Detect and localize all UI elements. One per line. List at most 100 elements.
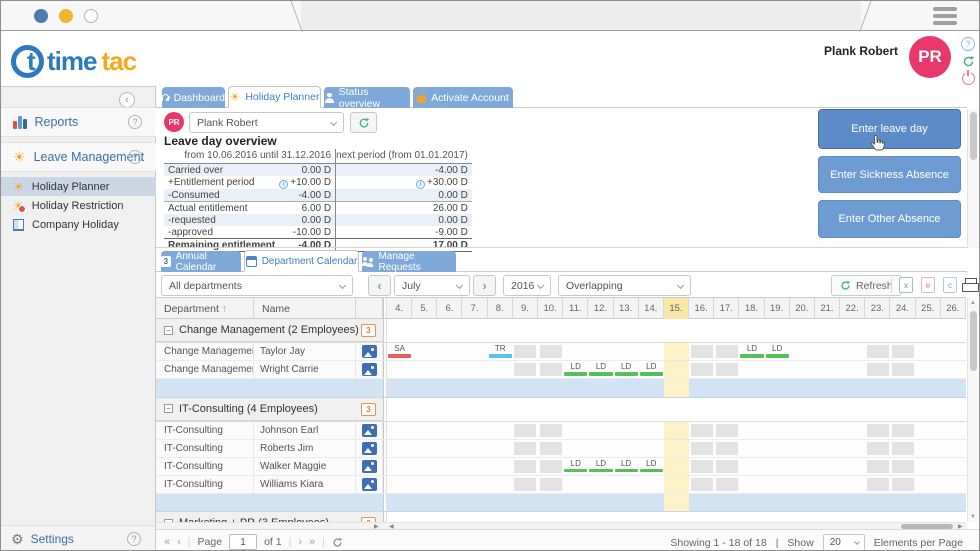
window-button-blue[interactable]: [34, 9, 48, 23]
grid-scrollbar[interactable]: ▲ ▼: [967, 298, 978, 522]
avatar[interactable]: PR: [909, 36, 951, 78]
help-icon[interactable]: ?: [128, 150, 142, 164]
day-header-cell[interactable]: 25.: [916, 298, 941, 319]
help-icon[interactable]: ?: [128, 115, 142, 129]
sidebar-item-company-holiday[interactable]: Company Holiday: [1, 215, 156, 234]
day-header-cell[interactable]: 18.: [739, 298, 765, 319]
pdf-export-icon[interactable]: e: [921, 277, 935, 293]
day-header-cell[interactable]: 26.: [941, 298, 966, 319]
user-calendar-icon[interactable]: [361, 441, 377, 455]
day-header-cell[interactable]: 22.: [840, 298, 866, 319]
window-button-white[interactable]: [84, 9, 98, 23]
day-header-cell[interactable]: 20.: [790, 298, 815, 319]
info-icon[interactable]: i: [279, 179, 289, 189]
month-select[interactable]: July: [394, 275, 470, 296]
group-row[interactable]: − IT-Consulting (4 Employees) 3: [156, 397, 966, 422]
collapse-group-icon[interactable]: −: [164, 325, 173, 335]
refresh-icon[interactable]: [961, 54, 975, 68]
user-calendar-icon[interactable]: [361, 423, 377, 437]
absence-event[interactable]: LD: [639, 459, 663, 474]
sidebar-item-holiday-restriction[interactable]: ☀ Holiday Restriction: [1, 196, 156, 215]
prev-month-button[interactable]: ‹: [368, 275, 391, 296]
absence-event[interactable]: LD: [639, 362, 663, 377]
logout-icon[interactable]: [961, 69, 975, 85]
day-header-cell[interactable]: 15.: [663, 298, 690, 319]
day-header-cell[interactable]: 17.: [714, 298, 740, 319]
absence-event[interactable]: LD: [589, 459, 613, 474]
employee-row[interactable]: Change Management Taylor Jay SA TR LD LD: [156, 343, 966, 361]
group-row[interactable]: − Change Management (2 Employees) 3: [156, 319, 966, 343]
employee-row[interactable]: IT-Consulting Roberts Jim: [156, 439, 966, 458]
panel-scrollbar[interactable]: [967, 109, 978, 248]
absence-event[interactable]: TR: [488, 344, 512, 359]
absence-event[interactable]: LD: [740, 344, 764, 359]
enter-other-absence-button[interactable]: Enter Other Absence: [818, 200, 961, 238]
day-header-cell[interactable]: 24.: [890, 298, 916, 319]
prev-page-button[interactable]: ‹: [177, 536, 181, 548]
absence-event[interactable]: LD: [614, 362, 638, 377]
day-header-cell[interactable]: 21.: [815, 298, 841, 319]
scrollbar-thumb[interactable]: [969, 112, 977, 160]
absence-event[interactable]: LD: [564, 362, 588, 377]
window-button-yellow[interactable]: [59, 9, 73, 23]
info-icon[interactable]: i: [416, 179, 425, 189]
absence-event[interactable]: LD: [614, 459, 638, 474]
absence-event[interactable]: LD: [589, 362, 613, 377]
enter-sickness-absence-button[interactable]: Enter Sickness Absence: [818, 156, 961, 193]
employee-row[interactable]: Change Management Wright Carrie LD LD LD LD: [156, 361, 966, 379]
department-filter-select[interactable]: All departments: [161, 275, 353, 296]
day-header-cell[interactable]: 12.: [588, 298, 614, 319]
user-calendar-icon[interactable]: [361, 345, 377, 358]
help-icon[interactable]: ?: [961, 37, 975, 51]
last-page-button[interactable]: »: [309, 536, 315, 548]
department-column-header[interactable]: Department ↑: [156, 298, 254, 319]
day-header-cell[interactable]: 23.: [865, 298, 891, 319]
collapse-group-icon[interactable]: −: [164, 404, 173, 413]
next-page-button[interactable]: ›: [298, 536, 302, 548]
day-header-cell[interactable]: 16.: [689, 298, 715, 319]
menu-icon[interactable]: [933, 7, 957, 28]
day-header-cell[interactable]: 8.: [488, 298, 513, 319]
tab-manage-requests[interactable]: Manage Requests: [362, 251, 456, 273]
tab-activate-account[interactable]: Activate Account: [413, 87, 513, 108]
day-header-cell[interactable]: 9.: [513, 298, 538, 319]
user-calendar-icon[interactable]: [361, 459, 377, 473]
employee-row[interactable]: IT-Consulting Walker Maggie LD LD LD LD: [156, 457, 966, 476]
day-header-cell[interactable]: 6.: [437, 298, 463, 319]
absence-event[interactable]: LD: [765, 344, 789, 359]
sidebar-item-reports[interactable]: Reports ?: [1, 107, 156, 137]
day-header-cell[interactable]: 7.: [463, 298, 488, 319]
day-header-cell[interactable]: 19.: [765, 298, 790, 319]
tab-holiday-planner[interactable]: ☀ Holiday Planner: [228, 86, 321, 108]
help-icon[interactable]: ?: [127, 532, 141, 546]
day-header-cell[interactable]: 13.: [614, 298, 639, 319]
year-select[interactable]: 2016: [503, 275, 551, 296]
scroll-down-icon[interactable]: ▼: [970, 514, 976, 520]
view-mode-select[interactable]: Overlapping: [558, 275, 691, 296]
day-header-cell[interactable]: 14.: [639, 298, 664, 319]
user-calendar-icon[interactable]: [361, 363, 377, 376]
print-icon[interactable]: [962, 277, 979, 293]
user-refresh-button[interactable]: [350, 112, 377, 133]
group-annual-calendar-icon[interactable]: 3: [361, 324, 376, 337]
absence-event[interactable]: LD: [564, 459, 588, 474]
sidebar-item-leave-management[interactable]: ☀ Leave Management ?: [1, 142, 156, 172]
tab-department-calendar[interactable]: Department Calendar: [244, 250, 359, 272]
day-header-cell[interactable]: 11.: [563, 298, 589, 319]
group-row[interactable]: −Marketing + PR (3 Employees)3: [156, 512, 966, 522]
grid-horizontal-scrollbar[interactable]: ▶ ◀ ▶: [156, 522, 966, 530]
user-select[interactable]: Plank Robert: [189, 112, 344, 133]
sidebar-item-settings[interactable]: ⚙ Settings ?: [1, 525, 155, 550]
sidebar-item-holiday-planner[interactable]: ☀ Holiday Planner: [1, 177, 156, 196]
csv-export-icon[interactable]: c: [943, 277, 957, 293]
absence-event[interactable]: SA: [388, 344, 412, 359]
day-header-cell[interactable]: 5.: [412, 298, 438, 319]
tab-status-overview[interactable]: Status overview: [324, 86, 410, 110]
first-page-button[interactable]: «: [164, 536, 170, 548]
next-month-button[interactable]: ›: [473, 275, 496, 296]
employee-row[interactable]: IT-Consulting Johnson Earl: [156, 421, 966, 440]
sidebar-collapse-icon[interactable]: ‹: [119, 92, 135, 108]
tab-annual-calendar[interactable]: 3 Annual Calendar: [161, 251, 241, 273]
group-annual-calendar-icon[interactable]: 3: [361, 402, 376, 416]
enter-leave-day-button[interactable]: Enter leave day: [818, 109, 961, 149]
